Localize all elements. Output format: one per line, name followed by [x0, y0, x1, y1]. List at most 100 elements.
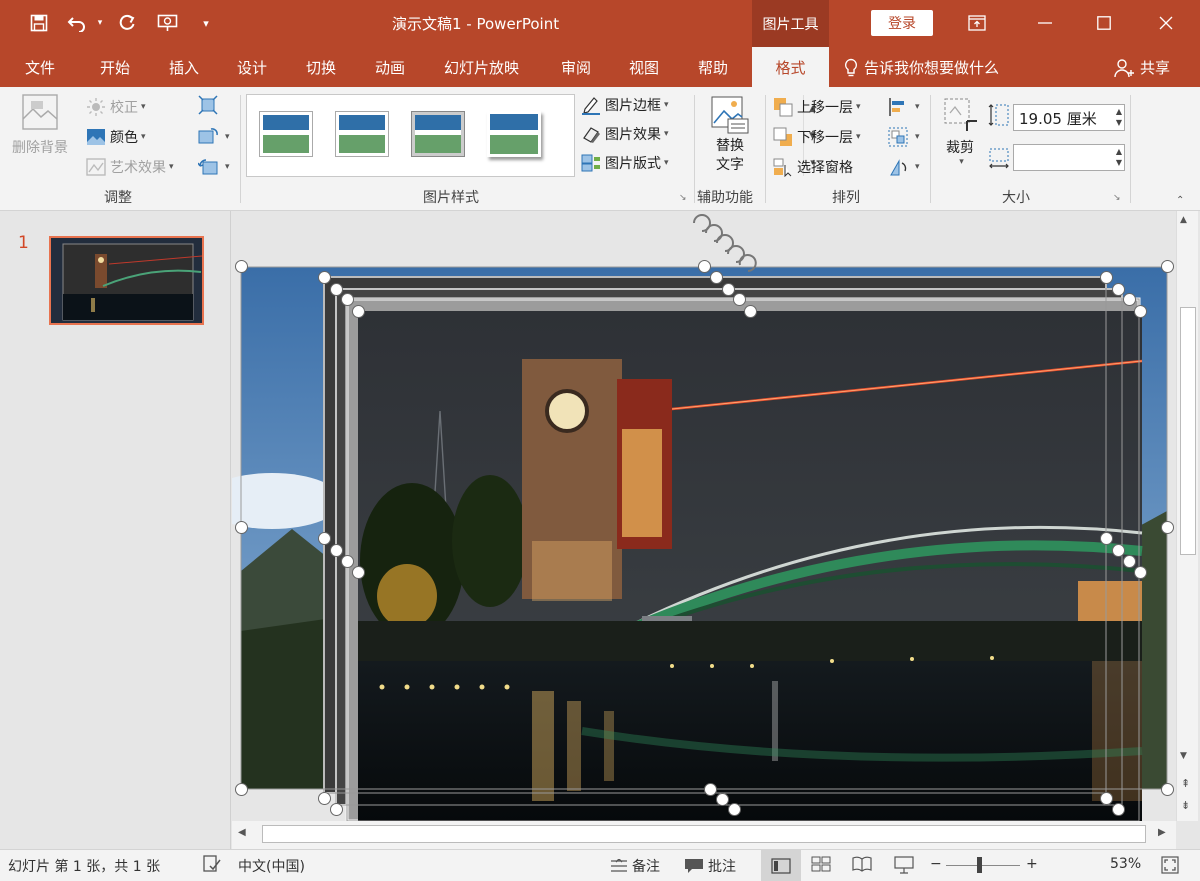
resize-handle[interactable]: [318, 271, 331, 284]
group-objects-button[interactable]: ▾: [888, 127, 920, 147]
resize-handle[interactable]: [733, 293, 746, 306]
corrections-button[interactable]: 校正 ▾: [86, 97, 146, 117]
resize-handle[interactable]: [235, 783, 248, 796]
height-spinner[interactable]: ▲ ▼: [1116, 106, 1122, 128]
align-button[interactable]: ▾: [888, 97, 920, 117]
picture-style-thumbnail[interactable]: [487, 111, 541, 157]
resize-handle[interactable]: [352, 305, 365, 318]
picture-style-thumbnail[interactable]: [411, 111, 465, 157]
resize-handle[interactable]: [330, 283, 343, 296]
resize-handle[interactable]: [1100, 532, 1113, 545]
compress-pictures-button[interactable]: [198, 95, 222, 115]
notes-button[interactable]: 备注: [610, 856, 660, 876]
tab-help[interactable]: 帮助: [698, 47, 728, 87]
save-icon[interactable]: [26, 10, 52, 36]
resize-handle[interactable]: [330, 544, 343, 557]
collapse-ribbon-chevron-up-icon[interactable]: ⌃: [1176, 195, 1184, 206]
width-spinner[interactable]: ▲ ▼: [1116, 146, 1122, 168]
resize-handle[interactable]: [318, 792, 331, 805]
resize-handle[interactable]: [1100, 271, 1113, 284]
normal-view-button[interactable]: [761, 850, 801, 881]
tab-slideshow[interactable]: 幻灯片放映: [444, 47, 519, 87]
redo-icon[interactable]: [114, 10, 140, 36]
zoom-in-button[interactable]: +: [1026, 856, 1038, 872]
rotate-handle-icon[interactable]: [688, 211, 778, 273]
picture-style-thumbnail[interactable]: [259, 111, 313, 157]
tab-review[interactable]: 审阅: [561, 47, 591, 87]
rotate-button[interactable]: ▾: [888, 157, 920, 177]
tab-animations[interactable]: 动画: [375, 47, 405, 87]
slide-sorter-view-button[interactable]: [811, 856, 831, 872]
resize-handle[interactable]: [352, 566, 365, 579]
tab-file[interactable]: 文件: [25, 47, 55, 87]
previous-slide-icon[interactable]: ⇞: [1181, 777, 1190, 790]
dialog-launcher-icon[interactable]: ↘: [1113, 193, 1121, 203]
scroll-right-icon[interactable]: ▶: [1158, 827, 1166, 838]
artistic-effects-button[interactable]: 艺术效果 ▾: [86, 157, 174, 177]
resize-handle[interactable]: [1112, 803, 1125, 816]
vertical-scroll-thumb[interactable]: [1180, 307, 1196, 555]
resize-handle[interactable]: [1134, 566, 1147, 579]
language-indicator[interactable]: 中文(中国): [238, 856, 305, 876]
height-field[interactable]: 19.05 厘米 ▲ ▼: [1013, 104, 1125, 131]
resize-handle[interactable]: [704, 783, 717, 796]
ribbon-display-options-icon[interactable]: [957, 8, 997, 38]
selection-pane-button[interactable]: 选择窗格: [773, 157, 853, 177]
resize-handle[interactable]: [318, 532, 331, 545]
color-button[interactable]: 颜色 ▾: [86, 127, 146, 147]
reset-picture-button[interactable]: ▾: [198, 157, 230, 177]
horizontal-scrollbar[interactable]: ◀ ▶: [232, 821, 1176, 849]
resize-handle[interactable]: [341, 293, 354, 306]
send-backward-button[interactable]: 下移一层 ▾: [773, 127, 861, 147]
spell-check-icon[interactable]: [202, 854, 222, 874]
change-picture-button[interactable]: ▾: [198, 127, 230, 147]
login-button[interactable]: 登录: [871, 10, 933, 36]
resize-handle[interactable]: [1161, 521, 1174, 534]
fit-to-window-icon[interactable]: [1160, 855, 1180, 875]
zoom-percentage[interactable]: 53%: [1110, 856, 1141, 872]
resize-handle[interactable]: [235, 260, 248, 273]
vertical-scrollbar[interactable]: ▲ ▼ ⇞ ⇟: [1176, 211, 1198, 821]
next-slide-icon[interactable]: ⇟: [1181, 799, 1190, 812]
tab-format[interactable]: 格式: [752, 47, 829, 87]
tab-design[interactable]: 设计: [237, 47, 267, 87]
resize-handle[interactable]: [1112, 544, 1125, 557]
minimize-icon[interactable]: [1025, 8, 1065, 38]
resize-handle[interactable]: [1123, 293, 1136, 306]
resize-handle[interactable]: [728, 803, 741, 816]
picture-border-button[interactable]: 图片边框 ▾: [581, 95, 669, 115]
resize-handle[interactable]: [330, 803, 343, 816]
horizontal-scroll-thumb[interactable]: [262, 825, 1146, 843]
resize-handle[interactable]: [341, 555, 354, 568]
slideshow-view-button[interactable]: [894, 856, 914, 874]
tab-transitions[interactable]: 切换: [306, 47, 336, 87]
zoom-out-button[interactable]: −: [930, 856, 942, 872]
resize-handle[interactable]: [1123, 555, 1136, 568]
slide-thumbnail[interactable]: [49, 236, 204, 325]
reading-view-button[interactable]: [852, 856, 872, 872]
picture-layout-button[interactable]: 图片版式 ▾: [581, 153, 669, 173]
present-from-start-icon[interactable]: [154, 10, 182, 36]
close-icon[interactable]: [1146, 8, 1186, 38]
resize-handle[interactable]: [1161, 260, 1174, 273]
customize-qat-icon[interactable]: ▾: [198, 10, 214, 36]
bring-forward-button[interactable]: 上移一层 ▾: [773, 97, 861, 117]
tab-view[interactable]: 视图: [629, 47, 659, 87]
tell-me-search[interactable]: 告诉我你想要做什么: [843, 57, 999, 78]
resize-handle[interactable]: [722, 283, 735, 296]
remove-background-button[interactable]: 删除背景: [6, 93, 74, 163]
scroll-down-icon[interactable]: ▼: [1180, 751, 1187, 761]
resize-handle[interactable]: [235, 521, 248, 534]
comments-button[interactable]: 批注: [684, 856, 736, 876]
crop-button[interactable]: 裁剪 ▾: [938, 95, 982, 167]
resize-handle[interactable]: [1112, 283, 1125, 296]
tab-home[interactable]: 开始: [100, 47, 130, 87]
picture-effects-button[interactable]: 图片效果 ▾: [581, 124, 669, 144]
width-field[interactable]: ▲ ▼: [1013, 144, 1125, 171]
scroll-up-icon[interactable]: ▲: [1180, 215, 1187, 225]
zoom-slider-thumb[interactable]: [977, 857, 982, 873]
maximize-icon[interactable]: [1084, 8, 1124, 38]
resize-handle[interactable]: [1161, 783, 1174, 796]
resize-handle[interactable]: [1134, 305, 1147, 318]
zoom-slider-track[interactable]: [946, 865, 1020, 866]
